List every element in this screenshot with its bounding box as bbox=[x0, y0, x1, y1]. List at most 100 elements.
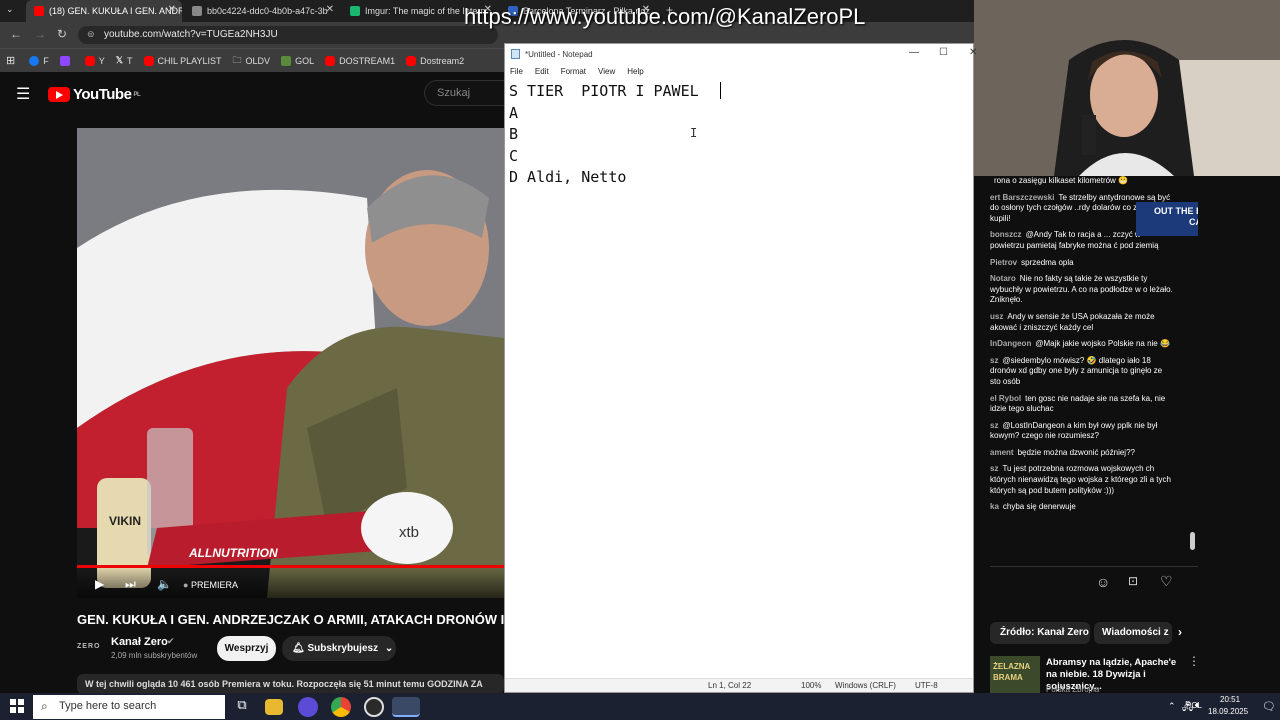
notepad-titlebar[interactable]: *Untitled - Notepad — ☐ ✕ bbox=[505, 44, 977, 64]
browser-tab[interactable]: bb0c4224-ddc0-4b0b-a47c-3b ✕ bbox=[184, 0, 340, 22]
related-video[interactable]: ŻELAZNA BRAMA Abramsy na lądzie, Apache'… bbox=[990, 652, 1198, 694]
video-title: GEN. KUKUŁA I GEN. ANDRZEJCZAK O ARMII, … bbox=[77, 612, 504, 627]
close-window-icon[interactable]: ✕ bbox=[969, 47, 977, 58]
chip-source[interactable]: Źródło: Kanał Zero bbox=[990, 622, 1090, 644]
notepad-text-area[interactable]: S TIER PIOTR I PAWEL A B C D Aldi, Netto bbox=[505, 78, 973, 192]
obs-icon[interactable] bbox=[364, 697, 384, 717]
heart-icon[interactable]: ♡ bbox=[1160, 573, 1173, 590]
close-tab-icon[interactable]: ✕ bbox=[168, 4, 176, 15]
chrome-icon[interactable] bbox=[331, 697, 351, 717]
bookmark-gol[interactable]: GOL bbox=[281, 55, 314, 66]
browser-tab[interactable]: (18) GEN. KUKUŁA I GEN. ANDR ✕ bbox=[26, 0, 182, 22]
youtube-play-icon bbox=[48, 87, 70, 102]
task-view-icon[interactable]: ⧉ bbox=[232, 697, 252, 717]
bookmark-youtube[interactable]: Y bbox=[84, 55, 105, 66]
bookmark-dostream1[interactable]: DOSTREAM1 bbox=[325, 55, 395, 66]
document-favicon-icon bbox=[192, 6, 202, 16]
chat-author[interactable]: Pietrov bbox=[990, 258, 1017, 267]
language-indicator[interactable]: POL bbox=[1186, 701, 1202, 710]
bookmark-twitch[interactable] bbox=[59, 55, 74, 66]
emoji-icon[interactable]: ☺ bbox=[1096, 574, 1110, 590]
forward-arrow-icon[interactable]: → bbox=[34, 27, 46, 41]
url-text: youtube.com/watch?v=TUGEa2NH3JU bbox=[104, 29, 278, 40]
chat-author[interactable]: InDangeon bbox=[990, 339, 1031, 348]
progress-bar[interactable] bbox=[77, 565, 504, 568]
reload-icon[interactable]: ↻ bbox=[57, 27, 67, 41]
chevron-right-icon[interactable]: › bbox=[1178, 625, 1182, 639]
chip-news[interactable]: Wiadomości z bbox=[1094, 622, 1172, 644]
youtube-logo[interactable]: YouTube PL bbox=[48, 86, 141, 103]
menu-edit[interactable]: Edit bbox=[535, 67, 549, 76]
chat-author[interactable]: ert Barszczewski bbox=[990, 193, 1054, 202]
maximize-icon[interactable]: ☐ bbox=[939, 47, 948, 58]
related-chips: Źródło: Kanał Zero Wiadomości z › bbox=[990, 622, 1198, 646]
menu-view[interactable]: View bbox=[598, 67, 615, 76]
channel-name[interactable]: Kanał Zero bbox=[111, 636, 168, 648]
notepad-window[interactable]: *Untitled - Notepad — ☐ ✕ File Edit Form… bbox=[504, 43, 977, 693]
chat-text: @siedembylo mówisz? 🤣 dlatego iało 18 dr… bbox=[990, 355, 1163, 386]
bookmark-chil-playlist[interactable]: CHIL PLAYLIST bbox=[143, 55, 222, 66]
minimize-icon[interactable]: — bbox=[909, 47, 919, 58]
browser-icon[interactable] bbox=[298, 697, 318, 717]
chevron-down-icon: ⌄ bbox=[384, 643, 394, 654]
notepad-taskbar-icon[interactable] bbox=[392, 697, 420, 717]
chat-author[interactable]: usz bbox=[990, 312, 1003, 321]
start-button[interactable] bbox=[10, 699, 24, 713]
super-chat-icon[interactable]: ⊡ bbox=[1128, 574, 1138, 588]
clock-date[interactable]: 18.09.2025 bbox=[1208, 707, 1248, 716]
menu-format[interactable]: Format bbox=[561, 67, 586, 76]
next-icon[interactable]: ⏭ bbox=[125, 577, 136, 592]
tab-list-chevron-icon[interactable]: ⌄ bbox=[6, 4, 14, 15]
chat-scrollbar[interactable] bbox=[1190, 532, 1195, 550]
video-player[interactable]: VIKIN ALLNUTRITION xtb ▶ ⏭ 🔈 ● PREMIERA bbox=[77, 128, 504, 598]
tray-chevron-icon[interactable]: ⌃ bbox=[1168, 701, 1176, 712]
chat-message: sz @siedembylo mówisz? 🤣 dlatego iało 18 … bbox=[974, 356, 1198, 388]
chat-author[interactable]: ka bbox=[990, 502, 999, 511]
youtube-icon bbox=[84, 55, 95, 66]
menu-file[interactable]: File bbox=[510, 67, 523, 76]
bookmark-dostream2[interactable]: Dostream2 bbox=[406, 55, 464, 66]
address-bar[interactable]: ⊜ youtube.com/watch?v=TUGEa2NH3JU bbox=[78, 26, 498, 44]
apps-grid-icon[interactable]: ⊞ bbox=[6, 54, 15, 67]
chat-author[interactable]: sz bbox=[990, 356, 998, 365]
chat-author[interactable]: sz bbox=[990, 421, 998, 430]
bottle-label: VIKIN bbox=[109, 514, 142, 528]
chat-message: el Rybol ten gosc nie nadaje sie na szefa… bbox=[974, 394, 1198, 415]
chat-message: rona o zasięgu kilkaset kilometrów 😬 bbox=[974, 176, 1198, 187]
chat-message: Notaro Nie no fakty są takie że wszystkie… bbox=[974, 274, 1198, 306]
taskbar-search-input[interactable]: ⌕ Type here to search bbox=[33, 695, 225, 719]
close-tab-icon[interactable]: ✕ bbox=[326, 4, 334, 15]
caret bbox=[720, 82, 721, 99]
channel-avatar[interactable]: ZERO bbox=[77, 638, 103, 658]
chat-author[interactable]: bonszcz bbox=[990, 230, 1022, 239]
bookmark-oldv[interactable]: 🗀 OLDV bbox=[233, 53, 271, 69]
chat-actions: ☺ ⊡ ♡ bbox=[990, 566, 1198, 600]
hamburger-menu-icon[interactable]: ☰ bbox=[16, 84, 30, 104]
viewers-info[interactable]: W tej chwili ogląda 10 461 osób Premiera… bbox=[77, 674, 504, 694]
text-cursor-icon: I bbox=[690, 126, 698, 140]
subscribe-button[interactable]: 🔔︎ Subskrybujesz ⌄ bbox=[282, 636, 396, 661]
youtube-search-input[interactable]: Szukaj bbox=[424, 80, 504, 106]
chat-message: InDangeon @Majk jakie wojsko Polskie na n… bbox=[974, 339, 1198, 350]
support-button[interactable]: Wesprzyj bbox=[217, 636, 276, 661]
bookmark-facebook[interactable]: F bbox=[29, 55, 49, 66]
chat-author[interactable]: ament bbox=[990, 448, 1014, 457]
chat-text: Andy w sensie że USA pokazała że może ak… bbox=[990, 311, 1155, 332]
bookmark-x[interactable]: 𝕏T bbox=[116, 55, 133, 66]
channel-url-overlay: https://www.youtube.com/@KanalZeroPL bbox=[464, 4, 866, 29]
volume-icon[interactable]: 🔈 bbox=[157, 577, 172, 591]
chat-author[interactable]: el Rybol bbox=[990, 394, 1021, 403]
status-line-ending: Windows (CRLF) bbox=[835, 681, 896, 690]
site-info-icon[interactable]: ⊜ bbox=[87, 29, 95, 40]
chat-message: Pietrov sprzedma opla bbox=[974, 258, 1198, 269]
clock-time[interactable]: 20:51 bbox=[1220, 695, 1240, 704]
chat-author[interactable]: sz bbox=[990, 464, 998, 473]
file-explorer-icon[interactable] bbox=[265, 699, 283, 715]
chat-author[interactable]: Notaro bbox=[990, 274, 1016, 283]
verified-icon: ✔ bbox=[167, 636, 175, 646]
notification-icon[interactable]: 🗨︎ bbox=[1262, 700, 1276, 713]
play-icon[interactable]: ▶ bbox=[95, 577, 104, 591]
back-arrow-icon[interactable]: ← bbox=[10, 27, 22, 41]
menu-help[interactable]: Help bbox=[627, 67, 643, 76]
channel-row: ZERO Kanał Zero ✔ 2,09 mln subskrybentów… bbox=[77, 634, 504, 664]
